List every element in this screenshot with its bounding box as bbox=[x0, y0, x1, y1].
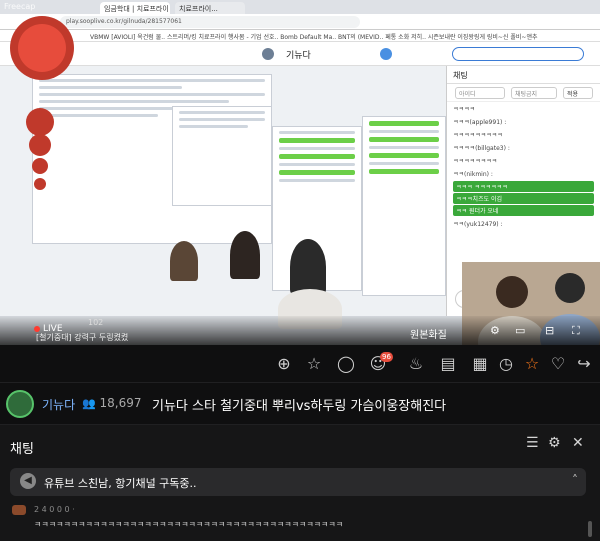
sticker-icon[interactable]: ☺ 96 bbox=[368, 352, 393, 374]
chevron-up-icon[interactable]: ˄ bbox=[572, 473, 578, 487]
nested-chat-window-2 bbox=[362, 116, 446, 296]
captured-tab-strip: 임금학대 | 치료프라이 불... 치료프라이... bbox=[0, 0, 600, 14]
fullscreen-icon[interactable]: ⛶ bbox=[572, 324, 580, 338]
chat-users-icon[interactable]: ☰ bbox=[526, 435, 539, 451]
viewers-icon: 👥 bbox=[82, 397, 96, 410]
player-controls: LIVE 102 [철기중대] 강력구 두링켰켰 원본화질 ⚙ ▭ ⊟ ⛶ bbox=[0, 316, 600, 345]
gift-icon[interactable]: ▤ bbox=[438, 354, 458, 374]
mini-player-icon[interactable]: ▭ bbox=[515, 324, 525, 337]
theater-mode-icon[interactable]: ⊟ bbox=[545, 324, 554, 337]
video-player[interactable]: 임금학대 | 치료프라이 불... 치료프라이... play.sooplive… bbox=[0, 0, 600, 345]
channel-avatar[interactable] bbox=[6, 390, 34, 418]
captured-bookmarks-bar: VBMW [AVIOLI] 옥건럼 물.. 스트리머/킹 치료프라이 행사봄 -… bbox=[0, 30, 600, 42]
captured-chat-icon bbox=[380, 48, 392, 60]
chat-panel: 채팅 ☰ ⚙ ✕ ◀ 유튜브 스친남, 항기채널 구독중.. ˄ 2 4 0 0… bbox=[0, 425, 600, 541]
captured-tab: 치료프라이... bbox=[175, 2, 245, 14]
chat-settings-icon[interactable]: ⚙ bbox=[548, 435, 561, 451]
channel-name[interactable]: 기뉴다 bbox=[42, 396, 75, 413]
settings-gear-icon[interactable]: ⚙ bbox=[490, 324, 500, 337]
chat-message-text: ㅋㅋㅋㅋㅋㅋㅋㅋㅋㅋㅋㅋㅋㅋㅋㅋㅋㅋㅋㅋㅋㅋㅋㅋㅋㅋㅋㅋㅋㅋㅋㅋㅋㅋㅋㅋㅋㅋㅋㅋ… bbox=[34, 520, 344, 529]
quality-button[interactable]: 원본화질 bbox=[410, 326, 447, 341]
captured-brand: 기뉴다 bbox=[286, 51, 311, 61]
megaphone-icon: ◀ bbox=[20, 473, 36, 489]
captured-url: play.sooplive.co.kr/gilnuda/281577061 bbox=[60, 16, 360, 28]
captured-chat-title: 채팅 bbox=[447, 66, 600, 84]
favorite-icon[interactable]: ☆ bbox=[522, 354, 542, 374]
video-caption: [철기중대] 강력구 두링켰켰 bbox=[36, 333, 129, 342]
film-icon[interactable]: ▦ bbox=[470, 354, 490, 374]
captured-chat-filters: 아이디 채팅금지 적용 bbox=[447, 84, 600, 102]
action-toolbar: ⊕ ☆ ◯ ☺ 96 ♨ ▤ ▦ ◷ ☆ ♡ ↪ bbox=[0, 345, 600, 383]
chat-scrollbar[interactable] bbox=[588, 521, 592, 537]
recording-watermark: Freecap bbox=[4, 2, 36, 11]
viewer-count: 👥 18,697 bbox=[82, 396, 142, 410]
channel-emblem-overlay bbox=[10, 16, 74, 190]
badge-icon[interactable]: ☆ bbox=[304, 354, 324, 374]
chat-notice-text: 유튜브 스친남, 항기채널 구독중.. bbox=[44, 477, 197, 490]
timer-icon[interactable]: ◷ bbox=[496, 354, 516, 374]
live-dot-icon bbox=[34, 325, 40, 332]
cake-icon[interactable]: ♨ bbox=[406, 354, 426, 374]
captured-profile-icon bbox=[262, 48, 274, 60]
like-icon[interactable]: ♡ bbox=[548, 354, 568, 374]
live-viewer-count: 102 bbox=[88, 318, 104, 327]
captured-address-bar: play.sooplive.co.kr/gilnuda/281577061 bbox=[0, 14, 600, 30]
chat-message-user[interactable]: 2 4 0 0 0 · bbox=[34, 505, 75, 514]
share-icon[interactable]: ↪ bbox=[574, 354, 594, 374]
clip-icon[interactable]: ⊕ bbox=[274, 354, 294, 374]
user-badge-icon bbox=[12, 505, 26, 515]
nested-inner-window bbox=[172, 106, 272, 206]
captured-tab: 임금학대 | 치료프라이 불... bbox=[100, 2, 170, 14]
chat-close-icon[interactable]: ✕ bbox=[572, 435, 584, 451]
captured-search bbox=[452, 47, 584, 61]
chat-title: 채팅 bbox=[10, 442, 34, 457]
chat-notice[interactable]: ◀ 유튜브 스친남, 항기채널 구독중.. ˄ bbox=[10, 468, 586, 496]
broadcast-info: 기뉴다 👥 18,697 기뉴다 스타 철기중대 뿌리vs하두링 가슴이웅장해진… bbox=[0, 383, 600, 425]
balloon-icon[interactable]: ◯ bbox=[336, 354, 356, 374]
captured-site-header: 기뉴다 bbox=[0, 42, 600, 66]
broadcast-title: 기뉴다 스타 철기중대 뿌리vs하두링 가슴이웅장해진다 bbox=[152, 399, 447, 414]
